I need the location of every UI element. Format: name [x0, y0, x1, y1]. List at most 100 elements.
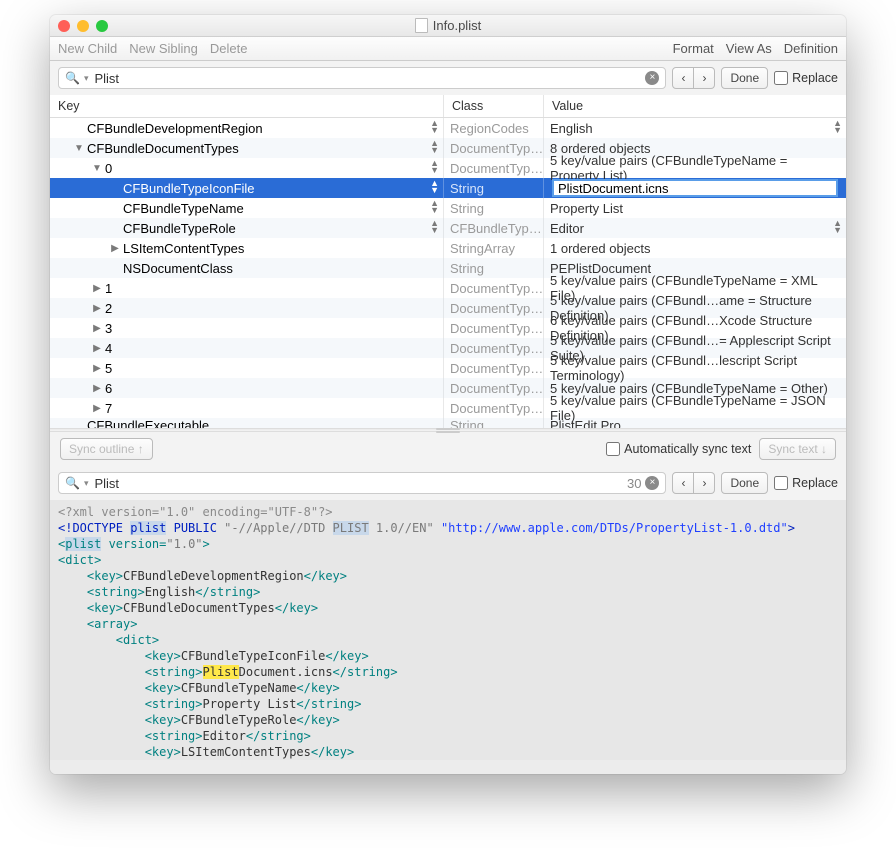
table-row[interactable]: CFBundleTypeRole▲▼CFBundleTyp…Editor▲▼ [50, 218, 846, 238]
stepper-icon[interactable]: ▲▼ [430, 160, 439, 174]
cell-key[interactable]: ▶5 [50, 358, 444, 378]
disclosure-closed-icon[interactable]: ▶ [110, 243, 120, 254]
column-key[interactable]: Key [50, 95, 444, 117]
toolbar-new-child[interactable]: New Child [58, 41, 117, 56]
titlebar[interactable]: Info.plist [50, 15, 846, 37]
cell-key[interactable]: CFBundleTypeRole▲▼ [50, 218, 444, 238]
cell-class[interactable]: DocumentTyp… [444, 358, 544, 378]
cell-key[interactable]: ▶2 [50, 298, 444, 318]
search-next-button[interactable]: › [694, 472, 715, 494]
disclosure-closed-icon[interactable]: ▶ [92, 383, 102, 394]
table-row[interactable]: CFBundleExecutableStringPlistEdit Pro [50, 418, 846, 428]
resize-handle[interactable] [50, 760, 846, 774]
cell-value[interactable]: 5 key/value pairs (CFBundl…lescript Scri… [544, 358, 846, 378]
cell-class[interactable]: RegionCodes [444, 118, 544, 138]
stepper-icon[interactable]: ▲▼ [833, 220, 842, 234]
toolbar-new-sibling[interactable]: New Sibling [129, 41, 198, 56]
cell-key[interactable]: ▶3 [50, 318, 444, 338]
cell-class[interactable]: CFBundleTyp… [444, 218, 544, 238]
cell-value[interactable]: PlistEdit Pro [544, 418, 846, 428]
search-input-top[interactable]: 🔍 ▾ Plist × [58, 67, 666, 89]
disclosure-closed-icon[interactable]: ▶ [92, 283, 102, 294]
table-row[interactable]: ▶LSItemContentTypesStringArray1 ordered … [50, 238, 846, 258]
toolbar-definition[interactable]: Definition [784, 41, 838, 56]
replace-checkbox-bottom[interactable]: Replace [774, 476, 838, 490]
disclosure-closed-icon[interactable]: ▶ [92, 403, 102, 414]
search-prev-button[interactable]: ‹ [672, 67, 694, 89]
disclosure-open-icon[interactable]: ▼ [92, 163, 102, 174]
stepper-icon[interactable]: ▲▼ [430, 140, 439, 154]
clear-search-icon[interactable]: × [645, 71, 659, 85]
cell-class[interactable]: DocumentTyp… [444, 278, 544, 298]
chevron-down-icon[interactable]: ▾ [84, 478, 89, 489]
cell-key[interactable]: ▶6 [50, 378, 444, 398]
table-row[interactable]: ▶5DocumentTyp…5 key/value pairs (CFBundl… [50, 358, 846, 378]
cell-class[interactable]: String [444, 198, 544, 218]
cell-key[interactable]: NSDocumentClass [50, 258, 444, 278]
sync-outline-button[interactable]: Sync outline ↑ [60, 438, 153, 460]
cell-value[interactable]: 5 key/value pairs (CFBundleTypeName = JS… [544, 398, 846, 418]
cell-value[interactable]: Property List [544, 198, 846, 218]
cell-value[interactable]: Editor▲▼ [544, 218, 846, 238]
stepper-icon[interactable]: ▲▼ [430, 200, 439, 214]
disclosure-closed-icon[interactable]: ▶ [92, 303, 102, 314]
cell-key[interactable]: ▶1 [50, 278, 444, 298]
toolbar-delete[interactable]: Delete [210, 41, 248, 56]
done-button-top[interactable]: Done [721, 67, 768, 89]
sync-text-button[interactable]: Sync text ↓ [759, 438, 836, 460]
cell-class[interactable]: DocumentTyp… [444, 318, 544, 338]
xml-source-pane[interactable]: <?xml version="1.0" encoding="UTF-8"?> <… [50, 500, 846, 760]
disclosure-closed-icon[interactable]: ▶ [92, 323, 102, 334]
cell-class[interactable]: StringArray [444, 238, 544, 258]
column-class[interactable]: Class [444, 95, 544, 117]
search-input-bottom[interactable]: 🔍 ▾ Plist 30 × [58, 472, 666, 494]
cell-class[interactable]: DocumentTyp… [444, 338, 544, 358]
chevron-down-icon[interactable]: ▾ [84, 73, 89, 84]
cell-key[interactable]: CFBundleExecutable [50, 418, 444, 428]
cell-class[interactable]: DocumentTyp… [444, 158, 544, 178]
table-row[interactable]: ▶7DocumentTyp…5 key/value pairs (CFBundl… [50, 398, 846, 418]
outline-table[interactable]: CFBundleDevelopmentRegion▲▼RegionCodesEn… [50, 118, 846, 428]
value-edit-field[interactable]: PlistDocument.icns [552, 179, 838, 197]
cell-value[interactable]: PlistDocument.icns [544, 178, 846, 198]
disclosure-open-icon[interactable]: ▼ [74, 143, 84, 154]
cell-class[interactable]: String [444, 418, 544, 428]
disclosure-closed-icon[interactable]: ▶ [92, 343, 102, 354]
cell-class[interactable]: DocumentTyp… [444, 398, 544, 418]
cell-value[interactable]: 1 ordered objects [544, 238, 846, 258]
cell-class[interactable]: String [444, 258, 544, 278]
stepper-icon[interactable]: ▲▼ [430, 180, 439, 194]
cell-key[interactable]: ▶LSItemContentTypes [50, 238, 444, 258]
cell-key[interactable]: ▼0▲▼ [50, 158, 444, 178]
cell-key[interactable]: CFBundleDevelopmentRegion▲▼ [50, 118, 444, 138]
replace-checkbox-top[interactable]: Replace [774, 71, 838, 85]
search-next-button[interactable]: › [694, 67, 715, 89]
cell-key[interactable]: CFBundleTypeName▲▼ [50, 198, 444, 218]
toolbar-format[interactable]: Format [673, 41, 714, 56]
cell-value[interactable]: 5 key/value pairs (CFBundleTypeName = Pr… [544, 158, 846, 178]
stepper-icon[interactable]: ▲▼ [833, 120, 842, 134]
table-row[interactable]: ▼0▲▼DocumentTyp…5 key/value pairs (CFBun… [50, 158, 846, 178]
clear-search-icon[interactable]: × [645, 476, 659, 490]
table-row[interactable]: CFBundleTypeName▲▼StringProperty List [50, 198, 846, 218]
cell-value[interactable]: English▲▼ [544, 118, 846, 138]
stepper-icon[interactable]: ▲▼ [430, 120, 439, 134]
done-button-bottom[interactable]: Done [721, 472, 768, 494]
stepper-icon[interactable]: ▲▼ [430, 220, 439, 234]
cell-class[interactable]: DocumentTyp… [444, 298, 544, 318]
auto-sync-checkbox[interactable]: Automatically sync text [606, 442, 751, 456]
cell-key[interactable]: ▶4 [50, 338, 444, 358]
search-prev-button[interactable]: ‹ [672, 472, 694, 494]
toolbar-view-as[interactable]: View As [726, 41, 772, 56]
replace-check[interactable] [774, 71, 788, 85]
cell-key[interactable]: ▼CFBundleDocumentTypes▲▼ [50, 138, 444, 158]
column-value[interactable]: Value [544, 95, 846, 117]
cell-class[interactable]: String [444, 178, 544, 198]
cell-class[interactable]: DocumentTyp… [444, 138, 544, 158]
table-row[interactable]: CFBundleTypeIconFile▲▼String PlistDocumen… [50, 178, 846, 198]
cell-key[interactable]: ▶7 [50, 398, 444, 418]
table-row[interactable]: CFBundleDevelopmentRegion▲▼RegionCodesEn… [50, 118, 846, 138]
cell-key[interactable]: CFBundleTypeIconFile▲▼ [50, 178, 444, 198]
cell-class[interactable]: DocumentTyp… [444, 378, 544, 398]
disclosure-closed-icon[interactable]: ▶ [92, 363, 102, 374]
